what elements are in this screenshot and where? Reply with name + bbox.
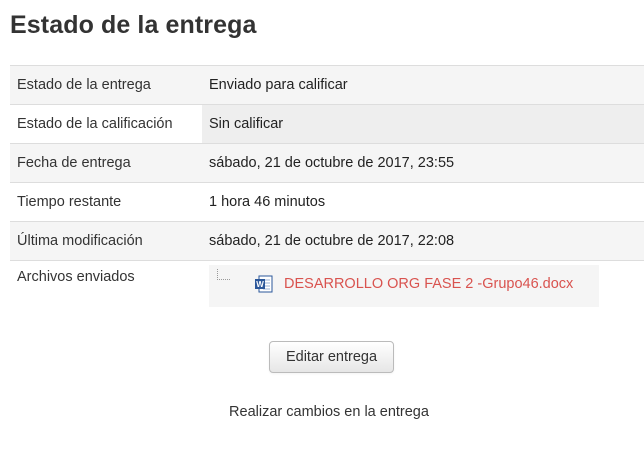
grading-status-value: Sin calificar [202,104,644,144]
submission-status-value: Enviado para calificar [202,65,644,105]
table-row: Estado de la calificación Sin calificar [10,104,644,144]
due-date-value: sábado, 21 de octubre de 2017, 23:55 [202,143,644,183]
file-tree: W DESARROLLO ORG FASE 2 -Grupo46.docx [209,265,599,307]
submission-status-label: Estado de la entrega [10,65,202,105]
table-row: Última modificación sábado, 21 de octubr… [10,221,644,261]
grading-status-label: Estado de la calificación [10,104,202,144]
table-row: Tiempo restante 1 hora 46 minutos [10,182,644,222]
table-row: Archivos enviados W DESARROLLO ORG FASE … [10,260,644,327]
due-date-label: Fecha de entrega [10,143,202,183]
last-modified-label: Última modificación [10,221,202,261]
tree-connector [217,269,230,280]
time-remaining-value: 1 hora 46 minutos [202,182,644,222]
edit-submission-button[interactable]: Editar entrega [269,341,394,373]
edit-submission-help-text: Realizar cambios en la entrega [229,404,429,420]
file-submissions-label: Archivos enviados [10,260,202,327]
table-row: Estado de la entrega Enviado para califi… [10,65,644,105]
table-row: Fecha de entrega sábado, 21 de octubre d… [10,143,644,183]
submitted-file-link[interactable]: DESARROLLO ORG FASE 2 -Grupo46.docx [284,276,573,292]
svg-text:W: W [256,280,264,289]
page-title: Estado de la entrega [10,11,257,39]
time-remaining-label: Tiempo restante [10,182,202,222]
last-modified-value: sábado, 21 de octubre de 2017, 22:08 [202,221,644,261]
word-document-icon: W [255,275,273,293]
file-submissions-cell: W DESARROLLO ORG FASE 2 -Grupo46.docx [202,260,644,327]
submission-status-table: Estado de la entrega Enviado para califi… [10,65,644,327]
